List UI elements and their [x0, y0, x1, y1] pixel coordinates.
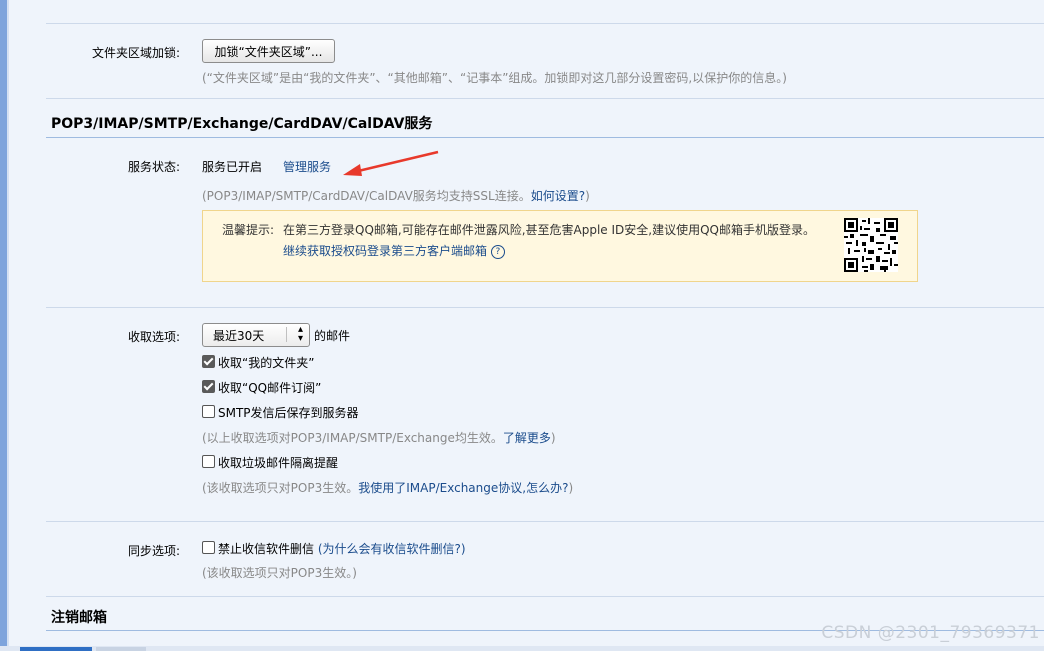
spam-reminder-checkbox[interactable] — [202, 455, 215, 468]
watermark: CSDN @2301_79369371 — [821, 623, 1040, 643]
warning-text: 在第三方登录QQ邮箱,可能存在邮件泄露风险,甚至危害Apple ID安全,建议使… — [283, 223, 815, 237]
receive-my-folders-label: 收取“我的文件夹” — [218, 356, 315, 370]
ssl-hint-suffix: ) — [585, 189, 590, 203]
service-section-underline — [46, 137, 1044, 138]
select-separator — [286, 327, 287, 342]
auth-code-link[interactable]: 继续获取授权码登录第三方客户端邮箱 — [283, 244, 487, 258]
bottom-save-button[interactable] — [20, 647, 92, 651]
receive-qq-subscription-label: 收取“QQ邮件订阅” — [218, 381, 322, 395]
select-updown-icon: ▴ ▾ — [297, 324, 303, 344]
receive-hint-1-prefix: (以上收取选项对POP3/IMAP/SMTP/Exchange均生效。 — [202, 431, 503, 445]
imap-exchange-link[interactable]: 我使用了IMAP/Exchange协议,怎么办? — [358, 481, 568, 495]
sync-hint: (该收取选项只对POP3生效。) — [202, 566, 357, 580]
sync-options-label: 同步选项: — [127, 544, 180, 558]
security-warning-box: 温馨提示: 在第三方登录QQ邮箱,可能存在邮件泄露风险,甚至危害Apple ID… — [202, 210, 918, 282]
receive-options-label: 收取选项: — [127, 330, 180, 344]
qr-code-icon — [844, 218, 898, 272]
annotation-arrow — [343, 150, 439, 176]
receive-qq-subscription-checkbox[interactable] — [202, 380, 215, 393]
warning-label: 温馨提示: — [222, 223, 275, 237]
divider-1 — [46, 98, 1044, 99]
receive-range-suffix: 的邮件 — [314, 329, 351, 343]
ssl-hint: (POP3/IMAP/SMTP/CardDAV/CalDAV服务均支持SSL连接… — [202, 187, 590, 204]
service-section-title: POP3/IMAP/SMTP/Exchange/CardDAV/CalDAV服务 — [51, 116, 433, 132]
divider-4 — [46, 596, 1044, 597]
divider-top — [46, 23, 1044, 24]
why-delete-link[interactable]: (为什么会有收信软件删信?) — [318, 542, 466, 556]
receive-range-select[interactable]: 最近30天 ▴ ▾ — [202, 323, 310, 347]
receive-hint-1-suffix: ) — [550, 431, 556, 445]
folder-lock-label: 文件夹区域加锁: — [91, 46, 180, 60]
service-status-label: 服务状态: — [127, 160, 180, 174]
smtp-save-checkbox[interactable] — [202, 405, 215, 418]
manage-service-link[interactable]: 管理服务 — [283, 158, 331, 175]
bottom-toolbar — [0, 646, 1044, 651]
bottom-cancel-button[interactable] — [96, 647, 146, 651]
annotation-arrow-shaft — [353, 150, 439, 174]
help-icon[interactable]: ? — [490, 244, 505, 259]
folder-lock-button[interactable]: 加锁“文件夹区域”... — [202, 39, 335, 63]
sync-option-row: 禁止收信软件删信 (为什么会有收信软件删信?) — [218, 540, 466, 557]
prevent-delete-checkbox[interactable] — [202, 541, 215, 554]
cancel-section-title: 注销邮箱 — [51, 610, 107, 626]
receive-hint-2-suffix: ) — [568, 481, 574, 495]
warning-link-row: 继续获取授权码登录第三方客户端邮箱 ? — [283, 242, 505, 259]
receive-hint-2-prefix: (该收取选项只对POP3生效。 — [202, 481, 359, 495]
folder-lock-hint: (“文件夹区域”是由“我的文件夹”、“其他邮箱”、“记事本”组成。加锁即对这几部… — [202, 71, 787, 85]
ssl-hint-prefix: (POP3/IMAP/SMTP/CardDAV/CalDAV服务均支持SSL连接… — [202, 189, 531, 203]
how-to-setup-link[interactable]: 如何设置? — [531, 189, 585, 203]
divider-3 — [46, 521, 1044, 522]
qr-code-graphic — [844, 218, 898, 272]
service-status-value: 服务已开启 — [202, 160, 263, 174]
smtp-save-label: SMTP发信后保存到服务器 — [218, 406, 359, 420]
learn-more-link[interactable]: 了解更多 — [503, 431, 551, 445]
receive-my-folders-checkbox[interactable] — [202, 355, 215, 368]
spam-reminder-label: 收取垃圾邮件隔离提醒 — [218, 456, 339, 470]
receive-hint-1: (以上收取选项对POP3/IMAP/SMTP/Exchange均生效。了解更多) — [202, 429, 556, 446]
annotation-arrow-head — [343, 164, 362, 176]
divider-2 — [46, 307, 1044, 308]
receive-hint-2: (该收取选项只对POP3生效。我使用了IMAP/Exchange协议,怎么办?) — [202, 479, 573, 496]
receive-range-value: 最近30天 — [213, 329, 265, 343]
prevent-delete-label: 禁止收信软件删信 — [218, 542, 315, 556]
